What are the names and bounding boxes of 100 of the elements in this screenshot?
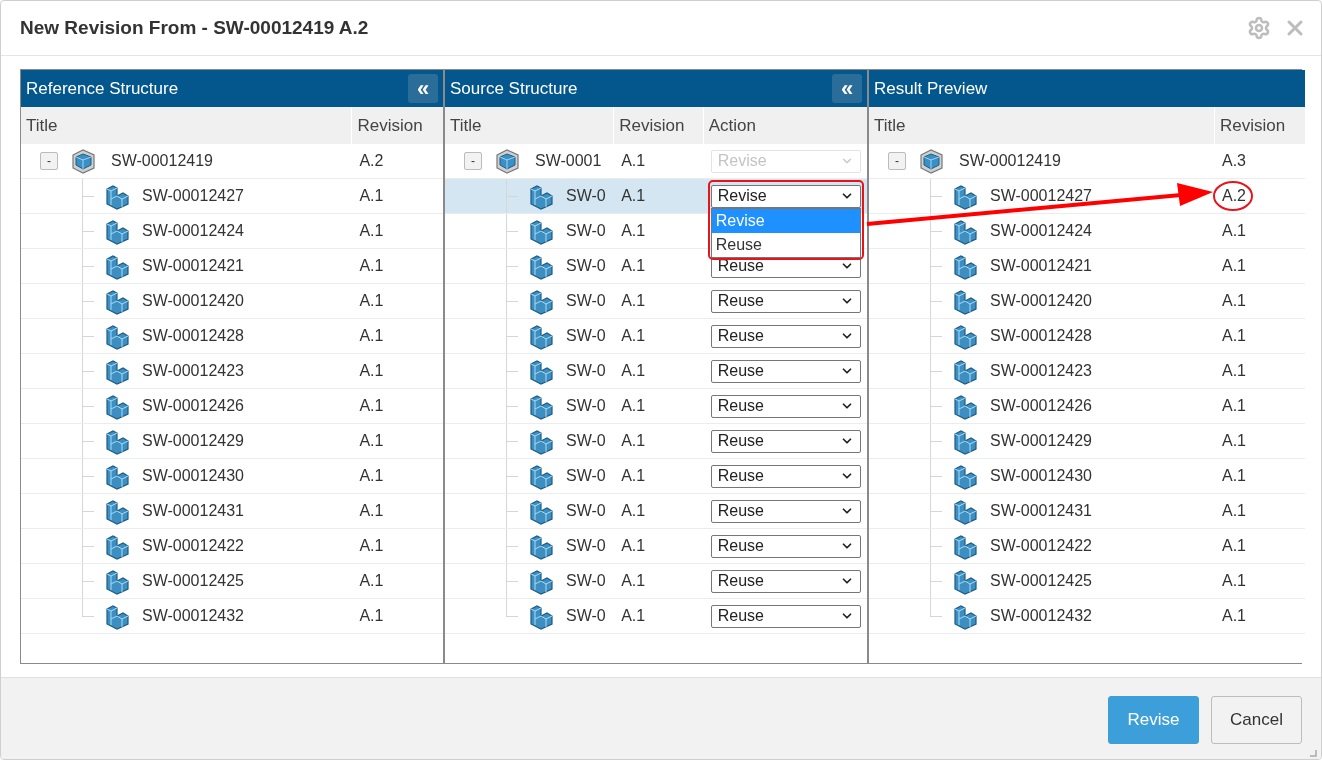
tree-row[interactable]: SW-00012426 A.1 — [869, 389, 1305, 424]
action-select[interactable]: Reuse — [710, 499, 861, 523]
tree-row[interactable]: SW-00012423 A.1 — [869, 354, 1305, 389]
item-title: SW-00012429 — [142, 431, 244, 451]
resize-grip-icon[interactable] — [1310, 750, 1317, 757]
item-title: SW-0 — [566, 501, 606, 521]
item-title: SW-0 — [566, 326, 606, 346]
action-select[interactable]: Reuse — [710, 289, 861, 313]
revision-text: A.1 — [1222, 291, 1246, 311]
item-title: SW-00012423 — [990, 361, 1092, 381]
tree-row[interactable]: SW-0 A.1 Reuse — [445, 354, 867, 389]
action-select[interactable]: Reuse — [710, 359, 861, 383]
cancel-button[interactable]: Cancel — [1211, 695, 1302, 744]
tree-row[interactable]: SW-00012420 A.1 — [869, 284, 1305, 319]
item-title: SW-0 — [566, 221, 606, 241]
item-title: SW-00012420 — [142, 291, 244, 311]
item-title: SW-0 — [566, 256, 606, 276]
tree-row[interactable]: SW-00012429 A.1 — [869, 424, 1305, 459]
action-select[interactable]: Reuse — [710, 324, 861, 348]
item-title: SW-00012428 — [990, 326, 1092, 346]
revision-text: A.1 — [621, 256, 646, 276]
revision-text: A.1 — [359, 466, 384, 486]
action-select[interactable]: Revise — [710, 184, 861, 208]
revision-text: A.1 — [359, 396, 384, 416]
revision-text: A.1 — [359, 221, 384, 241]
action-select[interactable]: Reuse — [710, 394, 861, 418]
tree-row[interactable]: SW-00012421 A.1 — [869, 249, 1305, 284]
tree-row[interactable]: SW-00012428 A.1 — [21, 319, 443, 354]
tree-row[interactable]: SW-00012423 A.1 — [21, 354, 443, 389]
panel-title: Reference Structure — [26, 77, 179, 100]
tree-row[interactable]: SW-00012422 A.1 — [869, 529, 1305, 564]
revision-text: A.1 — [621, 221, 646, 241]
settings-icon[interactable] — [1247, 16, 1271, 40]
action-select[interactable]: Reuse — [710, 604, 861, 628]
assembly-icon — [494, 147, 521, 175]
item-title: SW-00012424 — [142, 221, 244, 241]
item-title: SW-00012424 — [990, 221, 1092, 241]
item-title: SW-00012430 — [142, 466, 244, 486]
tree-row[interactable]: SW-00012428 A.1 — [869, 319, 1305, 354]
item-title: SW-0 — [566, 186, 606, 206]
action-select[interactable]: Reuse — [710, 429, 861, 453]
tree-row[interactable]: SW-0 A.1 Reuse — [445, 284, 867, 319]
tree-row[interactable]: SW-0 A.1 Reuse — [445, 459, 867, 494]
tree-row[interactable]: SW-00012432 A.1 — [21, 599, 443, 634]
tree-row[interactable]: SW-00012424 A.1 — [21, 214, 443, 249]
revision-text: A.1 — [359, 571, 384, 591]
tree-row[interactable]: SW-0 A.1 Reuse — [445, 424, 867, 459]
tree-row[interactable]: SW-00012425 A.1 — [21, 564, 443, 599]
tree-row[interactable]: SW-00012421 A.1 — [21, 249, 443, 284]
tree-row[interactable]: SW-0 A.1 Reuse — [445, 494, 867, 529]
item-title: SW-00012431 — [990, 501, 1092, 521]
tree-row[interactable]: SW-00012425 A.1 — [869, 564, 1305, 599]
action-select[interactable]: Reuse — [710, 569, 861, 593]
tree-row[interactable]: SW-0 A.1 Reuse — [445, 529, 867, 564]
item-title: SW-00012419 — [111, 151, 213, 171]
item-title: SW-00012426 — [142, 396, 244, 416]
tree-row[interactable]: SW-0 A.1 Reuse — [445, 319, 867, 354]
action-select[interactable]: Reuse — [710, 534, 861, 558]
revision-text: A.1 — [359, 536, 384, 556]
revision-text: A.1 — [1222, 431, 1246, 451]
collapse-toggle[interactable]: - — [888, 152, 906, 170]
revision-text: A.1 — [621, 571, 646, 591]
collapse-toggle[interactable]: - — [464, 152, 482, 170]
tree-row[interactable]: SW-00012429 A.1 — [21, 424, 443, 459]
revision-text: A.1 — [359, 606, 384, 626]
revision-text: A.1 — [1222, 571, 1246, 591]
revision-text: A.1 — [359, 256, 384, 276]
revision-text: A.1 — [359, 501, 384, 521]
item-title: SW-00012421 — [990, 256, 1092, 276]
tree-row[interactable]: SW-0 A.1 Reuse — [445, 564, 867, 599]
item-title: SW-00012421 — [142, 256, 244, 276]
revision-text: A.1 — [1222, 256, 1246, 276]
action-select[interactable]: Reuse — [710, 464, 861, 488]
item-title: SW-00012429 — [990, 431, 1092, 451]
collapse-button[interactable]: « — [408, 74, 438, 103]
tree-row[interactable]: SW-00012426 A.1 — [21, 389, 443, 424]
item-title: SW-00012430 — [990, 466, 1092, 486]
revision-text: A.1 — [1222, 221, 1246, 241]
revision-text: A.1 — [621, 431, 646, 451]
tree-row[interactable]: SW-00012427 A.1 — [21, 179, 443, 214]
assembly-icon — [70, 147, 97, 175]
tree-row[interactable]: SW-00012430 A.1 — [21, 459, 443, 494]
revision-text: A.1 — [621, 151, 646, 171]
tree-row[interactable]: SW-00012427 A.2 — [869, 179, 1305, 214]
tree-row[interactable]: SW-00012431 A.1 — [869, 494, 1305, 529]
tree-row[interactable]: SW-00012422 A.1 — [21, 529, 443, 564]
tree-row[interactable]: SW-00012420 A.1 — [21, 284, 443, 319]
collapse-toggle[interactable]: - — [40, 152, 58, 170]
tree-row[interactable]: SW-0 A.1 Reuse — [445, 599, 867, 634]
collapse-button[interactable]: « — [832, 74, 862, 103]
tree-row[interactable]: SW-00012430 A.1 — [869, 459, 1305, 494]
panel-title: Result Preview — [874, 77, 988, 100]
item-title: SW-0001 — [535, 151, 602, 171]
tree-row[interactable]: SW-00012424 A.1 — [869, 214, 1305, 249]
item-title: SW-00012423 — [142, 361, 244, 381]
revision-text: A.1 — [621, 361, 646, 381]
revision-text: A.1 — [1222, 606, 1246, 626]
tree-row[interactable]: SW-0 A.1 Reuse — [445, 389, 867, 424]
tree-row[interactable]: SW-00012431 A.1 — [21, 494, 443, 529]
tree-row[interactable]: SW-00012432 A.1 — [869, 599, 1305, 634]
